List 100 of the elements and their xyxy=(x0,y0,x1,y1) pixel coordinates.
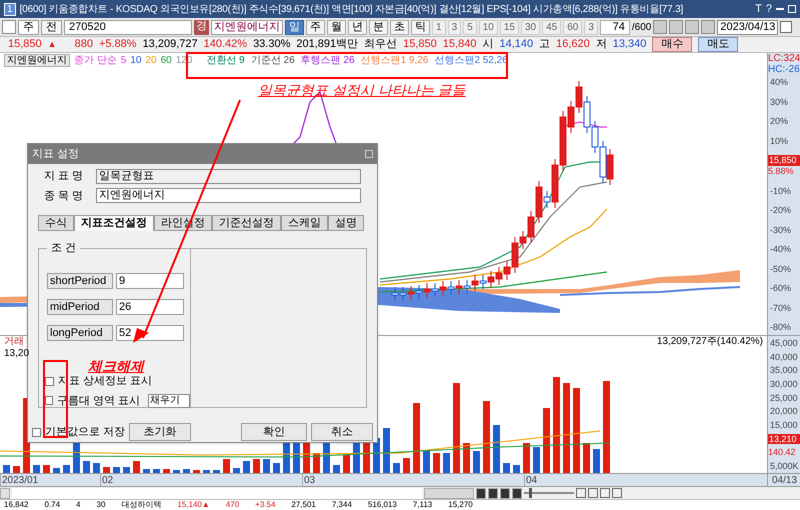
price-value: 15,850 xyxy=(8,37,42,52)
ma-legend-label: 종가 단순 xyxy=(74,54,117,68)
slider-thumb[interactable] xyxy=(528,488,532,498)
axis-tick-label: -70% xyxy=(769,302,792,314)
rate-tag: 140.42 xyxy=(768,447,800,458)
price-label: 저 xyxy=(596,37,607,52)
checkbox[interactable] xyxy=(45,376,54,386)
dialog-tab[interactable]: 수식 xyxy=(38,215,74,231)
period-tab[interactable]: 월 xyxy=(327,20,346,34)
axis-tick-label: 30% xyxy=(769,96,790,108)
buy-button[interactable]: 매수 xyxy=(652,37,692,52)
interval-button[interactable]: 3 xyxy=(448,20,462,34)
checkbox[interactable] xyxy=(32,428,41,436)
interval-button[interactable]: 10 xyxy=(478,20,498,34)
period-tab[interactable]: 분 xyxy=(369,20,388,34)
mode-button[interactable]: 전 xyxy=(41,20,62,34)
scroll-thumb[interactable] xyxy=(424,488,474,498)
stock-name-select[interactable]: 지엔원에너지 xyxy=(96,188,361,204)
interval-button[interactable]: 1 xyxy=(432,20,446,34)
rate-tag: 5.88% xyxy=(768,166,800,177)
ichimoku-legend: 기준선 26 xyxy=(250,52,295,68)
date-label: 04 xyxy=(526,475,538,486)
up-arrow: ▲ xyxy=(48,38,57,51)
stock-legend: 지엔원에너지 xyxy=(4,54,70,66)
interval-button[interactable]: 45 xyxy=(542,20,562,34)
date-label: 02 xyxy=(102,475,114,486)
bar-total-label: /600 xyxy=(632,20,652,34)
period-tab[interactable]: 초 xyxy=(390,20,409,34)
text-tool-button[interactable]: T xyxy=(755,0,762,18)
date-label: 2023/01 xyxy=(2,475,38,486)
axis-tick-label: 35,000 xyxy=(769,365,799,376)
volume-tag: 13,210 xyxy=(768,434,800,444)
annotation-text: 체크해제 xyxy=(88,357,144,376)
period-tab[interactable]: 일 xyxy=(285,20,304,34)
ichimoku-legend: 전환선 9 xyxy=(206,52,245,68)
axis-tick-label: -30% xyxy=(769,224,792,236)
field-label: 지 표 명 xyxy=(44,169,84,184)
axis-header: HC:-26 xyxy=(768,64,800,75)
interval-field[interactable]: 3 xyxy=(584,20,598,34)
period-tab[interactable]: 주 xyxy=(306,20,325,34)
dialog-tab[interactable]: 기준선설정 xyxy=(212,215,281,231)
axis-tick-label: 45,000 xyxy=(769,338,799,348)
dialog-tab[interactable]: 지표조건설정 xyxy=(74,215,154,231)
date-field[interactable]: 2023/04/13 xyxy=(717,20,778,34)
close-icon[interactable] xyxy=(365,150,373,158)
fill-select[interactable]: 채우기 xyxy=(148,394,190,408)
axis-tick-label: -40% xyxy=(769,244,792,255)
help-button[interactable]: ? xyxy=(766,0,772,18)
interval-button[interactable]: 60 xyxy=(563,20,582,34)
maximize-button[interactable] xyxy=(788,5,796,13)
confirm-button[interactable]: 확인 xyxy=(241,423,307,441)
best-price-label: 최우선 xyxy=(364,37,398,52)
table-cell: 7,113 xyxy=(412,500,432,510)
period-tab[interactable]: 틱 xyxy=(411,20,430,34)
sell-button[interactable]: 매도 xyxy=(698,37,738,52)
period-type-select[interactable]: 주 xyxy=(18,20,39,34)
axis-tick-label: 30,000 xyxy=(769,378,799,389)
reset-button[interactable]: 초기화 xyxy=(129,423,192,441)
price-value: 13,340 xyxy=(612,37,646,52)
param-label: longPeriod xyxy=(47,325,113,341)
group-label: 조 건 xyxy=(47,241,80,255)
param-field[interactable]: 9 xyxy=(116,273,184,289)
table-cell: 16,842 xyxy=(4,500,28,510)
price-value: 14,140 xyxy=(499,37,534,52)
stock-tag: 경 xyxy=(194,20,209,34)
axis-tick-label: -50% xyxy=(769,264,792,274)
price-tag: 15,850 xyxy=(768,155,800,166)
annotation-text: 일목균형표 설정시 나타나는 글들 xyxy=(258,81,466,100)
window-title: [0600] 키움종합차트 - KOSDAQ 외국인보유[280(천)] 주식수[39,671(천)] 액면[100] 자본금[40(억)] 결산[12월] EPS[-104] 시가총액[6,288(억)] 유통비율[77.3] xyxy=(20,2,684,16)
date-label: 03 xyxy=(304,475,316,486)
table-cell: 15,140▲ xyxy=(177,500,210,510)
dialog-tab[interactable]: 스케일 xyxy=(281,215,328,231)
ma-period: 20 xyxy=(145,54,157,68)
table-cell: 30 xyxy=(96,500,106,510)
price-label: 고 xyxy=(539,37,550,52)
stock-name-field[interactable]: 지엔원에너지 xyxy=(211,20,283,34)
dialog-tab[interactable]: 설명 xyxy=(328,215,364,231)
volume-rate: 140.42% xyxy=(204,37,248,52)
volume-left-value: 13,20 xyxy=(4,348,30,360)
axis-tick-label: 40% xyxy=(769,77,790,88)
bar-count-field[interactable]: 74 xyxy=(600,20,630,34)
checkbox[interactable] xyxy=(45,396,54,406)
period-tab[interactable]: 년 xyxy=(348,20,367,34)
stock-code-field[interactable]: 270520 xyxy=(64,20,192,34)
axis-tick-label: -60% xyxy=(769,283,792,294)
table-cell: 27,501 xyxy=(291,500,316,510)
indicator-name-field[interactable]: 일목균형표 xyxy=(96,168,361,184)
change-rate: +5.88% xyxy=(98,37,137,52)
current-date-label: 04/13 xyxy=(767,474,798,486)
price-label: 시 xyxy=(482,37,494,52)
axis-tick-label: -20% xyxy=(769,205,792,216)
cancel-button[interactable]: 취소 xyxy=(311,423,373,441)
interval-button[interactable]: 30 xyxy=(520,20,540,34)
axis-tick-label: 20,000 xyxy=(769,406,799,416)
ichimoku-legend: 후행스팬 26 xyxy=(300,52,355,68)
param-field[interactable]: 26 xyxy=(116,299,184,315)
interval-button[interactable]: 15 xyxy=(500,20,519,34)
axis-tick-label: 15,000 xyxy=(769,420,799,430)
interval-button[interactable]: 5 xyxy=(463,20,477,34)
change-value: 880 xyxy=(74,37,93,52)
